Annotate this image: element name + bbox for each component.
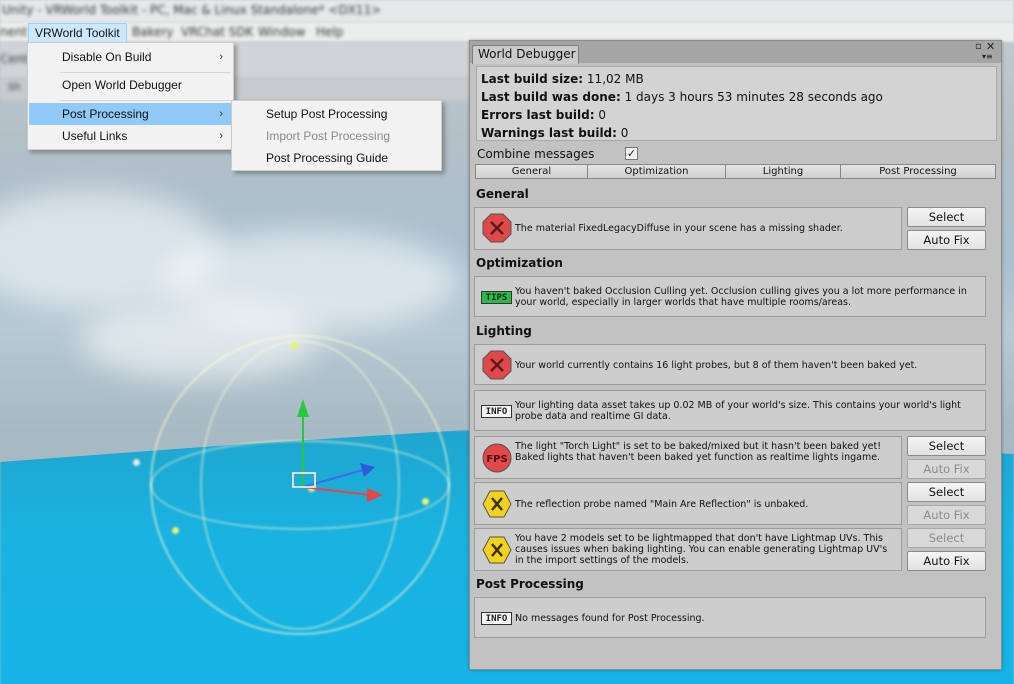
menu-item-open-world-debugger[interactable]: Open World Debugger — [29, 74, 232, 96]
menu-partial[interactable]: nent — [0, 25, 27, 39]
autofix-button: Auto Fix — [907, 505, 986, 525]
message-no-post-processing: INFO No messages found for Post Processi… — [474, 597, 986, 638]
filter-tab-optimization[interactable]: Optimization — [587, 164, 726, 179]
value: 1 days 3 hours 53 minutes 28 seconds ago — [620, 90, 883, 104]
menu-vrworld-toolkit[interactable]: VRWorld Toolkit — [28, 23, 127, 43]
message-text: You haven't baked Occlusion Culling yet.… — [515, 286, 967, 308]
menu-item-label: Setup Post Processing — [266, 107, 388, 121]
move-gizmo-icon[interactable] — [285, 395, 395, 505]
info-icon: INFO — [481, 405, 512, 418]
chevron-right-icon: › — [219, 108, 223, 120]
filter-tabs: General Optimization Lighting Post Proce… — [475, 164, 998, 179]
menu-item-setup-post-processing[interactable]: Setup Post Processing — [233, 103, 440, 125]
menu-item-label: Post Processing — [62, 107, 149, 121]
message-text: No messages found for Post Processing. — [515, 613, 705, 624]
vrworld-toolkit-menu: Disable On Build › Open World Debugger P… — [27, 42, 234, 150]
info-icon: INFO — [481, 612, 512, 625]
section-post-processing-title: Post Processing — [476, 577, 584, 591]
probe-dot — [172, 527, 179, 534]
menu-item-useful-links[interactable]: Useful Links › — [29, 125, 232, 147]
window-title: Unity - VRWorld Toolkit - PC, Mac & Linu… — [2, 3, 382, 17]
errors-last-build: Errors last build: 0 — [481, 106, 996, 124]
menu-bar: nent Bakery VRChat SDK Window Help — [0, 22, 1014, 42]
autofix-button[interactable]: Auto Fix — [907, 230, 986, 250]
probe-dot — [422, 498, 429, 505]
message-text: The light "Torch Light" is set to be bak… — [515, 441, 882, 463]
shading-mode[interactable]: Sh — [8, 82, 21, 93]
maximize-icon[interactable]: ▫ — [975, 42, 982, 52]
message-text: You have 2 models set to be lightmapped … — [515, 533, 888, 566]
menu-vrchat-sdk[interactable]: VRChat SDK — [181, 25, 254, 39]
chevron-right-icon: › — [219, 51, 223, 63]
menu-separator — [60, 72, 231, 73]
menu-item-import-post-processing: Import Post Processing — [233, 125, 440, 147]
label: Last build was done: — [481, 90, 621, 104]
message-text: The material FixedLegacyDiffuse in your … — [515, 223, 843, 234]
build-info-box: Last build size: 11,02 MB Last build was… — [476, 66, 997, 141]
message-torch-light: FPS The light "Torch Light" is set to be… — [474, 436, 902, 479]
filter-tab-post-processing[interactable]: Post Processing — [840, 164, 996, 179]
post-processing-submenu: Setup Post Processing Import Post Proces… — [231, 100, 442, 171]
section-general-title: General — [476, 187, 529, 201]
value: 0 — [616, 126, 629, 140]
tab-world-debugger[interactable]: World Debugger — [472, 45, 579, 64]
warning-icon — [482, 536, 512, 564]
message-reflection-probe: The reflection probe named "Main Are Ref… — [474, 482, 902, 525]
autofix-button: Auto Fix — [907, 459, 986, 479]
chevron-right-icon: › — [219, 130, 223, 142]
menu-item-post-processing-guide[interactable]: Post Processing Guide — [233, 147, 440, 169]
autofix-button[interactable]: Auto Fix — [907, 551, 986, 571]
menu-separator — [60, 100, 231, 101]
menu-item-post-processing[interactable]: Post Processing › — [29, 103, 232, 125]
message-text: Your world currently contains 16 light p… — [515, 360, 918, 371]
section-optimization-title: Optimization — [476, 256, 563, 270]
menu-help[interactable]: Help — [316, 25, 343, 39]
window-menu-icon[interactable]: ▾≡ — [982, 52, 993, 62]
label: Warnings last build: — [481, 126, 617, 140]
combine-messages-label: Combine messages — [477, 147, 595, 161]
select-button[interactable]: Select — [907, 436, 986, 456]
fps-icon: FPS — [482, 443, 512, 473]
message-text: The reflection probe named "Main Are Ref… — [515, 499, 809, 510]
message-lightmap-uvs: You have 2 models set to be lightmapped … — [474, 528, 902, 571]
menu-item-label: Post Processing Guide — [266, 151, 389, 165]
fps-label: FPS — [486, 454, 507, 465]
menu-item-label: Useful Links — [62, 129, 128, 143]
tips-icon: TIPS — [481, 291, 512, 304]
combine-messages-checkbox[interactable]: ✓ — [625, 147, 638, 160]
close-icon[interactable]: ✕ — [986, 41, 995, 52]
message-occlusion-culling: TIPS You haven't baked Occlusion Culling… — [474, 276, 986, 317]
window-tab-bar: World Debugger ▫ ✕ ▾≡ — [470, 41, 1001, 64]
message-missing-shader: The material FixedLegacyDiffuse in your … — [474, 207, 902, 250]
menu-bakery[interactable]: Bakery — [132, 25, 174, 39]
value: 0 — [594, 108, 606, 122]
title-bar: Unity - VRWorld Toolkit - PC, Mac & Linu… — [0, 0, 1014, 22]
probe-dot — [133, 459, 140, 466]
section-lighting-title: Lighting — [476, 324, 532, 338]
error-icon — [482, 213, 512, 243]
menu-item-label: Open World Debugger — [62, 78, 182, 92]
select-button[interactable]: Select — [907, 482, 986, 502]
warning-icon — [482, 490, 512, 518]
world-debugger-window: World Debugger ▫ ✕ ▾≡ Last build size: 1… — [469, 40, 1002, 670]
last-build-size: Last build size: 11,02 MB — [481, 70, 996, 88]
error-icon — [482, 350, 512, 380]
message-light-probes: Your world currently contains 16 light p… — [474, 344, 986, 385]
select-button[interactable]: Select — [907, 207, 986, 227]
label: Last build size: — [481, 72, 584, 86]
filter-tab-general[interactable]: General — [475, 164, 588, 179]
value: 11,02 MB — [583, 72, 644, 86]
filter-tab-lighting[interactable]: Lighting — [725, 164, 841, 179]
warnings-last-build: Warnings last build: 0 — [481, 124, 996, 142]
menu-window[interactable]: Window — [258, 25, 305, 39]
menu-item-disable-on-build[interactable]: Disable On Build › — [29, 46, 232, 68]
menu-item-label: Import Post Processing — [266, 129, 391, 143]
message-text: Your lighting data asset takes up 0.02 M… — [515, 400, 961, 422]
message-lighting-data-size: INFO Your lighting data asset takes up 0… — [474, 390, 986, 431]
menu-item-label: Disable On Build — [62, 50, 152, 64]
select-button: Select — [907, 528, 986, 548]
probe-dot — [291, 342, 298, 349]
label: Errors last build: — [481, 108, 595, 122]
last-build-time: Last build was done: 1 days 3 hours 53 m… — [481, 88, 996, 106]
